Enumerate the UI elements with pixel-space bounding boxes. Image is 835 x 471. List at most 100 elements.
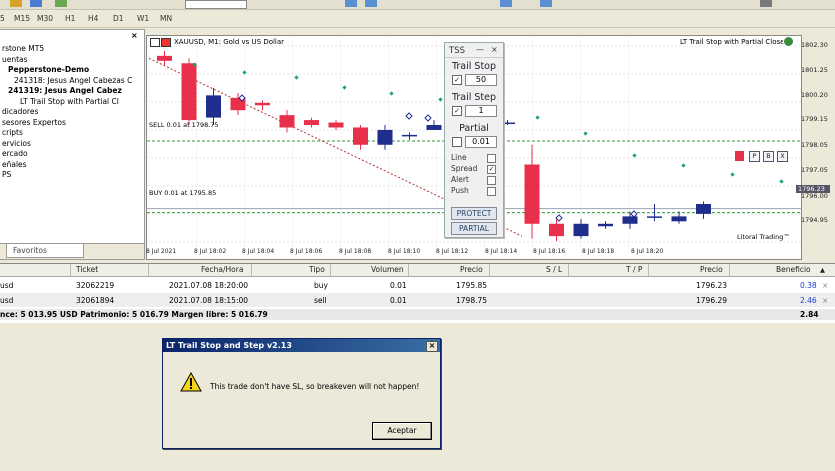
trail-dot xyxy=(730,172,735,177)
timeframe-m15[interactable]: M15 xyxy=(14,14,30,23)
cell-price: 1795.85 xyxy=(456,281,488,290)
chart-type-icon[interactable] xyxy=(345,0,357,7)
close-position-icon[interactable]: × xyxy=(822,296,828,305)
col-time[interactable]: Fecha/Hora xyxy=(201,265,243,276)
zoom-icon[interactable] xyxy=(500,0,512,7)
partial-label: Partial xyxy=(459,123,489,134)
candle-body xyxy=(671,216,687,222)
candle-body xyxy=(696,204,711,214)
toolbar-icon[interactable] xyxy=(10,0,22,7)
candle-body xyxy=(573,223,589,237)
candle-body xyxy=(524,164,540,224)
navigator-item[interactable]: sesores Expertos xyxy=(2,118,66,127)
partial-p-button[interactable]: P xyxy=(749,151,760,162)
partial-button[interactable]: PARTIAL xyxy=(451,222,497,235)
col-profit[interactable]: Beneficio xyxy=(776,265,811,276)
toolbar-icon[interactable] xyxy=(760,0,772,7)
dialog-message: This trade don't have SL, so breakeven w… xyxy=(210,382,420,391)
cell-type: sell xyxy=(314,296,327,305)
timeframe-m30[interactable]: M30 xyxy=(37,14,53,23)
navigator-item[interactable]: PS xyxy=(2,170,11,179)
grid-icon[interactable] xyxy=(540,0,552,7)
price-label: 1800.20 xyxy=(801,91,828,99)
time-label: 8 Jul 18:16 xyxy=(533,248,566,255)
navigator-item[interactable]: Pepperstone-Demo xyxy=(8,65,89,74)
dialog-ok-button[interactable]: Aceptar xyxy=(372,422,432,440)
navigator-item[interactable]: cripts xyxy=(2,128,23,137)
toolbar-icon[interactable] xyxy=(55,0,67,7)
candle-body xyxy=(549,223,564,237)
trail-dot xyxy=(342,85,347,90)
candle-body xyxy=(426,125,442,130)
opt-line-checkbox[interactable] xyxy=(487,154,496,163)
col-tp[interactable]: T / P xyxy=(626,265,642,276)
navigator-item[interactable]: 241318: Jesus Angel Cabezas C xyxy=(14,76,132,85)
dialog-title[interactable]: LT Trail Stop and Step v2.13 xyxy=(163,339,440,352)
protect-button[interactable]: PROTECT xyxy=(451,207,497,220)
dialog-close-icon[interactable]: × xyxy=(426,341,438,352)
trail-dot xyxy=(294,75,299,80)
opt-push-label: Push xyxy=(451,186,469,195)
candle-body xyxy=(206,95,221,118)
ea-title: LT Trail Stop with Partial Close xyxy=(680,38,785,46)
sell-line-label: SELL 0.01 at 1798.75 xyxy=(149,121,219,129)
close-x-button[interactable]: X xyxy=(777,151,788,162)
close-position-icon[interactable]: × xyxy=(822,281,828,290)
timeframe-m5[interactable]: 5 xyxy=(0,14,5,23)
navigator-item[interactable]: LT Trail Stop with Partial Cl xyxy=(20,97,119,106)
trail-stop-input[interactable]: 50 xyxy=(465,74,497,86)
col-type[interactable]: Tipo xyxy=(309,265,325,276)
timeframe-h4[interactable]: H4 xyxy=(88,14,98,23)
candle-body xyxy=(279,115,295,128)
tab-favorites[interactable]: Favoritos xyxy=(6,244,84,258)
cell-symbol: usd xyxy=(0,296,14,305)
navigator-close-icon[interactable]: × xyxy=(131,31,138,40)
toolbar-icon[interactable] xyxy=(30,0,42,7)
candle-body xyxy=(181,63,197,121)
cell-time: 2021.07.08 18:20:00 xyxy=(169,281,249,290)
col-volume[interactable]: Volumen xyxy=(371,265,404,276)
trail-stop-checkbox[interactable]: ✓ xyxy=(452,75,462,85)
price-label: 1798.05 xyxy=(801,141,828,149)
tss-title: TSS xyxy=(449,46,465,56)
cell-profit: 0.38 xyxy=(800,281,817,290)
chart-symbol-icon xyxy=(161,38,171,47)
timeframe-mn[interactable]: MN xyxy=(160,14,172,23)
tss-close-icon[interactable]: × xyxy=(491,45,498,54)
partial-checkbox[interactable] xyxy=(452,137,462,147)
cell-symbol: usd xyxy=(0,281,14,290)
navigator-item[interactable]: ercado xyxy=(2,149,28,158)
navigator-item[interactable]: dicadores xyxy=(2,107,38,116)
tss-minimize-icon[interactable]: — xyxy=(476,45,484,54)
candle-body xyxy=(353,127,368,145)
trail-step-checkbox[interactable]: ✓ xyxy=(452,106,462,116)
breakeven-b-button[interactable]: B xyxy=(763,151,774,162)
watermark: Litoral Trading™ xyxy=(737,233,790,241)
price-label: 1801.25 xyxy=(801,66,828,74)
navigator-item[interactable]: ervicios xyxy=(2,139,31,148)
cell-price: 1798.75 xyxy=(456,296,488,305)
chart-type-icon[interactable] xyxy=(365,0,377,7)
trail-dot xyxy=(779,179,784,184)
col-sl[interactable]: S / L xyxy=(546,265,562,276)
col-current-price[interactable]: Precio xyxy=(700,265,723,276)
opt-push-checkbox[interactable] xyxy=(487,187,496,196)
navigator-item[interactable]: uentas xyxy=(2,55,28,64)
candle-body xyxy=(377,129,393,145)
opt-alert-checkbox[interactable] xyxy=(487,176,496,185)
col-price[interactable]: Precio xyxy=(460,265,483,276)
opt-spread-checkbox[interactable]: ✓ xyxy=(487,165,496,174)
trail-step-input[interactable]: 1 xyxy=(465,105,497,117)
chart-symbol-title: XAUUSD, M1: Gold vs US Dollar xyxy=(174,38,285,46)
time-label: 8 Jul 18:06 xyxy=(290,248,323,255)
timeframe-d1[interactable]: D1 xyxy=(113,14,124,23)
navigator-item[interactable]: 241319: Jesus Angel Cabez xyxy=(8,86,122,95)
navigator-item[interactable]: rstone MT5 xyxy=(2,44,44,53)
timeframe-h1[interactable]: H1 xyxy=(65,14,75,23)
col-ticket[interactable]: Ticket xyxy=(76,265,98,276)
navigator-tabs: Favoritos xyxy=(0,243,144,259)
timeframe-w1[interactable]: W1 xyxy=(137,14,149,23)
navigator-item[interactable]: eñales xyxy=(2,160,27,169)
partial-input[interactable]: 0.01 xyxy=(465,136,497,148)
toolbar-dropdown[interactable] xyxy=(185,0,247,9)
